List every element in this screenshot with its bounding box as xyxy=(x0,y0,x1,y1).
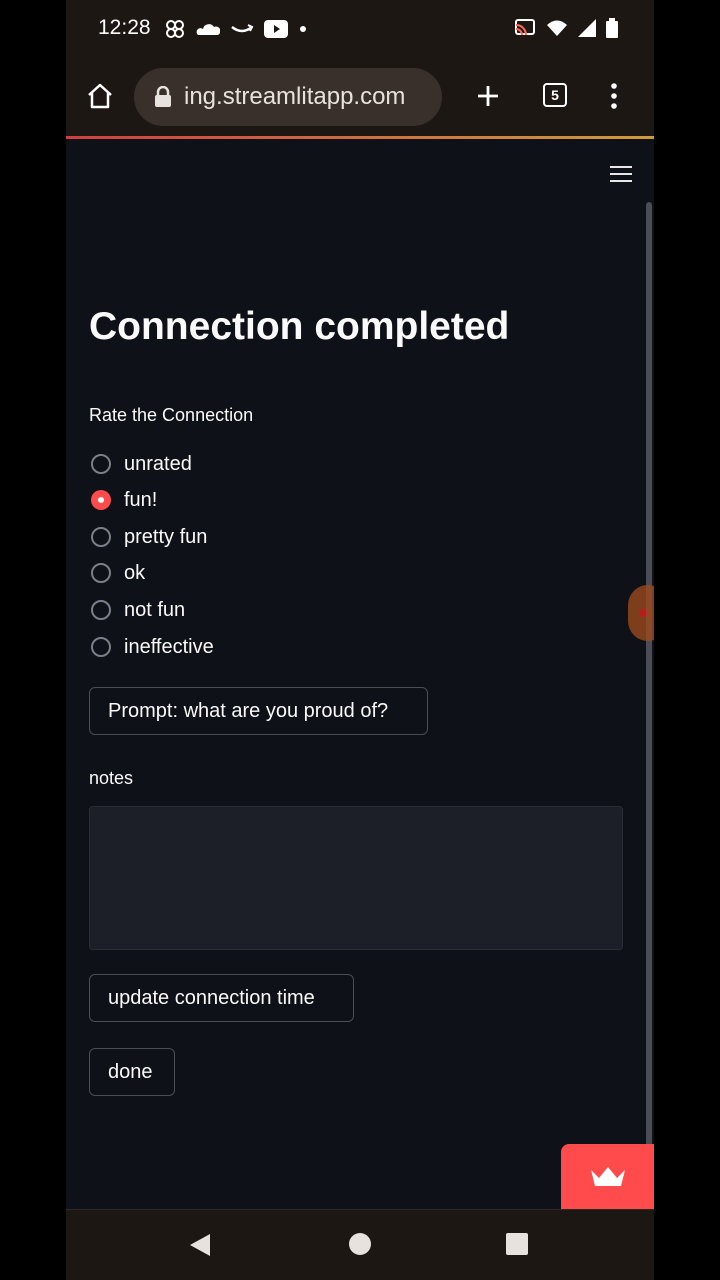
radio-option-unrated[interactable]: unrated xyxy=(91,450,192,478)
cloud-icon xyxy=(196,24,220,35)
phone-screen: 12:28 ing.streamlitapp.com 5 Connection … xyxy=(66,0,654,1280)
battery-icon xyxy=(606,18,618,38)
radio-option-label: ok xyxy=(124,561,146,584)
floating-bubble[interactable] xyxy=(628,585,654,641)
streamlit-badge-button[interactable] xyxy=(561,1144,654,1209)
recents-icon[interactable] xyxy=(506,1233,528,1255)
radio-circle[interactable] xyxy=(91,454,111,474)
new-tab-icon[interactable] xyxy=(476,84,500,108)
smile-arrow-icon xyxy=(231,24,254,33)
page-title: Connection completed xyxy=(89,305,510,348)
browser-toolbar: ing.streamlitapp.com 5 xyxy=(66,60,654,136)
tab-switcher-button[interactable]: 5 xyxy=(543,83,567,107)
signal-icon xyxy=(578,19,596,37)
radio-option-not-fun[interactable]: not fun xyxy=(91,596,185,624)
tab-count: 5 xyxy=(551,87,559,103)
radio-option-label: unrated xyxy=(124,452,192,475)
system-icons xyxy=(514,18,618,38)
notes-label: notes xyxy=(89,768,134,788)
notes-textarea[interactable] xyxy=(89,806,623,950)
status-time: 12:28 xyxy=(98,16,151,39)
back-icon[interactable] xyxy=(188,1232,212,1258)
radio-circle[interactable] xyxy=(91,600,111,620)
url-bar[interactable]: ing.streamlitapp.com xyxy=(134,68,442,126)
more-options-icon[interactable] xyxy=(608,82,620,110)
notification-icons xyxy=(164,18,308,40)
home-button-icon[interactable] xyxy=(348,1232,372,1256)
radio-circle[interactable] xyxy=(91,563,111,583)
lock-icon xyxy=(155,86,171,107)
scrollbar[interactable] xyxy=(646,202,652,1207)
cast-icon xyxy=(515,19,535,36)
done-button[interactable]: done xyxy=(89,1048,175,1096)
radio-option-label: fun! xyxy=(124,488,158,511)
radio-option-pretty-fun[interactable]: pretty fun xyxy=(91,523,207,551)
radio-option-ok[interactable]: ok xyxy=(91,559,145,587)
home-icon[interactable] xyxy=(86,82,114,110)
app-content: Connection completed Rate the Connection… xyxy=(66,139,654,1209)
radio-circle[interactable] xyxy=(91,527,111,547)
radio-option-label: pretty fun xyxy=(124,525,208,548)
pinwheel-icon xyxy=(166,20,184,38)
radio-circle[interactable] xyxy=(91,637,111,657)
radio-circle-selected[interactable] xyxy=(91,490,111,510)
radio-option-fun[interactable]: fun! xyxy=(91,486,157,514)
radio-option-label: not fun xyxy=(124,598,186,621)
status-bar: 12:28 xyxy=(66,0,654,60)
hamburger-menu-icon[interactable] xyxy=(610,166,632,182)
wifi-icon xyxy=(547,20,567,36)
radio-option-label: ineffective xyxy=(124,635,214,658)
system-navigation-bar xyxy=(66,1209,654,1280)
update-connection-time-button[interactable]: update connection time xyxy=(89,974,354,1022)
crown-icon xyxy=(590,1166,625,1186)
dot-icon xyxy=(300,26,306,32)
rating-label: Rate the Connection xyxy=(89,405,254,425)
url-text: ing.streamlitapp.com xyxy=(184,83,406,110)
prompt-button[interactable]: Prompt: what are you proud of? xyxy=(89,687,428,735)
radio-option-ineffective[interactable]: ineffective xyxy=(91,633,214,661)
youtube-icon xyxy=(264,20,288,38)
